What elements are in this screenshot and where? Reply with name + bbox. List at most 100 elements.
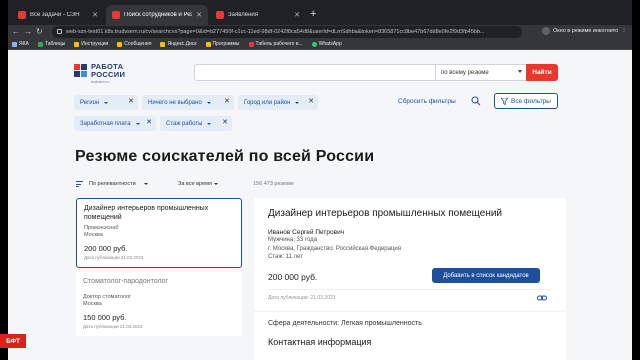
search-scope-select[interactable]: по всему резюме [435,65,527,80]
sort-time-label: За все время [178,181,212,187]
url-field[interactable]: web-szn-test01.k8s.trudvsem.ru/cv/search… [52,26,522,38]
sort-time[interactable]: За все время [178,181,218,187]
bookmark-icon [12,41,17,47]
tab-all-tasks[interactable]: Все задачи - СЭН ✕ [12,5,104,25]
bookmark-label: Табель рабочего в... [255,41,303,47]
bookmark-item[interactable]: Яндекс.Диск [160,41,197,47]
tab-title: Заявления [228,12,259,18]
resume-city: Москва [84,232,103,238]
bookmark-label: Яндекс.Диск [167,41,197,47]
incognito-indicator[interactable]: Окно в режиме инкогнито ⋮ [542,27,627,35]
clear-filter-icon[interactable]: ✕ [222,119,228,127]
clear-filter-icon[interactable]: ✕ [308,98,314,106]
detail-gender-age: Мужчина, 33 года [268,237,317,243]
tab-applications[interactable]: Заявления ✕ [210,5,306,25]
detail-experience: Стаж: 11 лет [268,254,303,260]
resume-title: Стоматолог-пародонтолог [83,278,169,285]
resume-city: Москва [83,300,102,307]
logo-mark-icon [74,64,87,77]
tab-favicon-icon [18,11,26,19]
web-page: РАБОТА РОССИИ trudvsem.ru по всему резюм… [8,50,632,360]
right-border [632,0,640,360]
chevron-down-icon [206,101,211,104]
folder-icon [160,41,166,47]
resume-list-item[interactable]: Дизайнер интерьеров промышленных помещен… [76,198,242,268]
bookmark-item[interactable]: ЯКА [12,41,29,47]
tab-favicon-icon [216,11,224,19]
site-logo[interactable]: РАБОТА РОССИИ trudvsem.ru [74,58,134,88]
menu-dots-icon[interactable]: ⋮ [621,28,627,34]
filter-city[interactable]: Город или район ✕ [238,95,318,110]
resume-detail-section: Сфера деятельности: Легкая промышленност… [254,312,566,360]
resume-employer: Промэнэснаб [84,225,119,231]
whatsapp-icon [311,41,317,47]
filter-experience[interactable]: Стаж работы ✕ [160,116,232,131]
clear-filter-icon[interactable]: ✕ [224,98,230,106]
logo-text: РАБОТА РОССИИ [91,63,125,79]
new-tab-icon[interactable]: + [310,8,316,20]
tab-employee-search[interactable]: Поиск сотрудников и Резюме с ✕ [106,5,208,25]
search-input[interactable] [195,65,435,80]
filter-label: Заработная плата [80,120,131,127]
filter-salary[interactable]: Заработная плата ✕ [74,116,156,131]
filter-icon [501,97,509,105]
filter-nothing-selected[interactable]: Ничего не выбрано ✕ [142,95,234,110]
resume-detail-card: Дизайнер интерьеров промышленных помещен… [254,198,566,310]
link-icon[interactable] [537,294,547,302]
sort-relevance[interactable]: По релевантности [76,181,148,187]
bookmark-item[interactable]: Инструкции [74,41,108,47]
close-tab-icon[interactable]: ✕ [294,11,300,19]
bookmark-item[interactable]: Сообщения [117,41,151,47]
bft-badge: БФТ [0,334,26,348]
bookmark-icon [248,41,254,47]
close-tab-icon[interactable]: ✕ [196,11,202,19]
screen: Все задачи - СЭН ✕ Поиск сотрудников и Р… [0,0,640,360]
all-filters-button[interactable]: Все фильтры [494,93,558,109]
address-bar-row: ← → ↻ web-szn-test01.k8s.trudvsem.ru/cv/… [8,25,632,39]
chevron-down-icon [104,101,109,104]
forward-icon[interactable]: → [24,26,32,38]
bookmark-label: Инструкции [81,41,109,47]
chevron-down-icon [143,183,148,185]
resume-title: Дизайнер интерьеров промышленных помещен… [84,205,209,221]
folder-icon [74,41,80,47]
reload-icon[interactable]: ↻ [36,26,43,38]
browser-tab-bar: Все задачи - СЭН ✕ Поиск сотрудников и Р… [8,0,632,25]
incognito-icon [542,27,550,35]
detail-salary: 200 000 руб. [268,272,318,282]
sort-relevance-label: По релевантности [89,181,136,187]
detail-name: Иванов Сергей Петрович [268,229,345,236]
tab-favicon-icon [112,11,120,19]
saved-search-icon[interactable] [471,96,481,106]
url-text: web-szn-test01.k8s.trudvsem.ru/cv/search… [66,29,485,35]
clear-filter-icon[interactable]: ✕ [146,119,152,127]
folder-icon [117,41,123,47]
filter-label: Ничего не выбрано [148,99,202,106]
chevron-down-icon [295,101,300,104]
filter-label: Регион [80,99,100,106]
detail-sphere: Сфера деятельности: Легкая промышленност… [268,320,422,327]
folder-icon [205,41,211,47]
clear-filter-icon[interactable]: ✕ [128,98,134,106]
reset-filters-link[interactable]: Сбросить фильтры [398,98,456,105]
logo-line-2: РОССИИ [91,70,126,79]
filter-label: Город или район [244,99,291,106]
search-button[interactable]: Найти [526,64,558,81]
close-tab-icon[interactable]: ✕ [92,11,98,19]
resume-list-item[interactable]: Стоматолог-пародонтолог Доктор стоматоло… [76,272,242,336]
add-to-candidates-button[interactable]: Добавить в список кандидатов [432,268,540,283]
bookmark-label: Таблицы [44,41,66,47]
filter-region[interactable]: Регион ✕ [74,95,138,110]
back-icon[interactable]: ← [12,26,20,38]
detail-date: Дата публикации: 21.03.2023 [268,295,336,301]
bookmark-item[interactable]: WhatsApp [311,41,342,47]
search-bar: по всему резюме Найти [194,64,558,81]
bookmark-item[interactable]: Программы [205,41,240,47]
bookmark-item[interactable]: Таблицы [37,41,66,47]
bookmarks-bar: ЯКА Таблицы Инструкции Сообщения Яндекс.… [8,39,632,50]
divider [268,289,552,290]
page-title: Резюме соискателей по всей России [75,148,375,165]
bookmark-item[interactable]: Табель рабочего в... [248,41,303,47]
chevron-down-icon [213,182,218,185]
bookmark-label: WhatsApp [318,41,342,47]
